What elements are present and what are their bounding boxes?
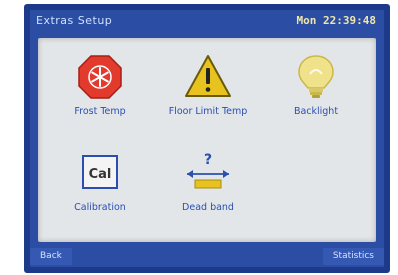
calibration-tile[interactable]: Cal Calibration <box>52 148 148 226</box>
floor-limit-temp-label: Floor Limit Temp <box>168 106 248 117</box>
deadband-question-mark: ? <box>204 152 212 168</box>
page-title: Extras Setup <box>36 14 113 27</box>
frost-temp-tile[interactable]: Frost Temp <box>52 52 148 130</box>
calibration-label: Calibration <box>74 202 126 213</box>
floor-limit-temp-tile[interactable]: Floor Limit Temp <box>160 52 256 130</box>
deadband-icon: ? <box>183 148 233 198</box>
backlight-tile[interactable]: Backlight <box>268 52 364 130</box>
dead-band-tile[interactable]: ? Dead band <box>160 148 256 226</box>
cal-icon-text: Cal <box>89 167 112 182</box>
clock-display: Mon 22:39:48 <box>296 14 376 27</box>
dead-band-label: Dead band <box>182 202 234 213</box>
back-button[interactable]: Back <box>30 248 72 265</box>
cal-icon: Cal <box>75 148 125 198</box>
title-bar: Extras Setup Mon 22:39:48 <box>30 10 384 32</box>
backlight-label: Backlight <box>293 106 339 117</box>
statistics-button[interactable]: Statistics <box>322 248 384 265</box>
lightbulb-icon <box>291 52 341 102</box>
display-screen: Extras Setup Mon 22:39:48 Frost Temp Flo… <box>30 10 384 267</box>
softkey-bar: Back Statistics <box>30 246 384 267</box>
snowflake-stop-icon <box>75 52 125 102</box>
warning-triangle-icon <box>183 52 233 102</box>
thermostat-device: Extras Setup Mon 22:39:48 Frost Temp Flo… <box>24 4 390 273</box>
menu-panel: Frost Temp Floor Limit Temp Backlight Ca… <box>38 38 376 242</box>
frost-temp-label: Frost Temp <box>74 106 126 117</box>
